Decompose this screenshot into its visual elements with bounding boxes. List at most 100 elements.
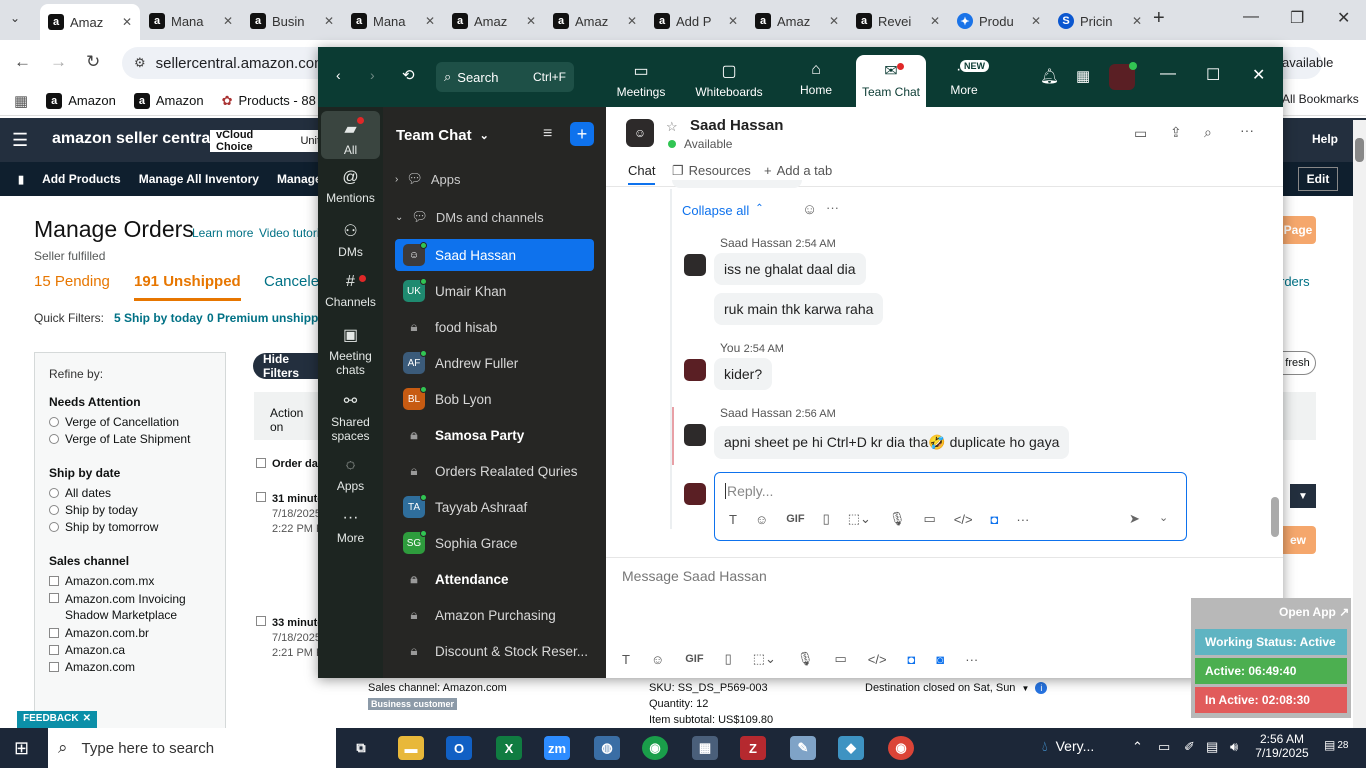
tab-close-icon[interactable]: ✕ — [1132, 14, 1142, 28]
clock[interactable]: 2:56 AM 7/19/2025 — [1252, 732, 1312, 760]
tab-resources[interactable]: ❐ Resources — [672, 163, 751, 179]
team-chat-title[interactable]: Team Chat ⌄ — [396, 127, 489, 144]
reply-box[interactable]: Reply... T ☺ GIF ▯ ⬚⌄ 🎙︎ ▭ </> ◘ ··· ➤ ⌄ — [714, 472, 1187, 541]
radio-button[interactable] — [49, 434, 59, 444]
tab-close-icon[interactable]: ✕ — [930, 14, 940, 28]
collapse-all-link[interactable]: Collapse all ⌃ — [682, 203, 764, 218]
message-input[interactable]: Message Saad Hassan — [622, 568, 767, 584]
network-icon[interactable]: ▤ — [1206, 739, 1218, 755]
close-window-icon[interactable]: ✕ — [1337, 8, 1350, 28]
microphone-icon[interactable]: 🎙︎ — [797, 651, 814, 667]
video-tutorial-link[interactable]: Video tutori — [259, 226, 320, 240]
filter-all-dates[interactable]: All dates — [49, 486, 211, 500]
maximize-icon[interactable]: ❐ — [1290, 8, 1304, 28]
file-icon[interactable]: ▯ — [823, 511, 830, 527]
chat-list-item[interactable]: TA Tayyab Ashraaf — [395, 491, 594, 523]
maximize-icon[interactable]: ☐ — [1206, 65, 1220, 85]
add-tab-button[interactable]: + Add a tab — [764, 163, 832, 178]
bookmark-products[interactable]: ✿ Products - 88 — [222, 93, 316, 109]
notification-bell-icon[interactable]: 🔔︎ — [1040, 67, 1059, 85]
dms-section[interactable]: ⌄ 💬︎ DMs and channels — [395, 209, 544, 225]
refresh-button[interactable]: fresh — [1280, 351, 1316, 375]
chat-list-item[interactable]: 🔒︎ Attendance — [395, 563, 594, 595]
filter-channel-mx[interactable]: Amazon.com.mx — [49, 574, 211, 588]
video-message-icon[interactable]: ▭ — [834, 651, 846, 667]
radio-button[interactable] — [49, 417, 59, 427]
browser-tab[interactable]: a Add P ✕ — [646, 6, 746, 36]
scrollbar-thumb[interactable] — [1355, 138, 1364, 162]
chat-list-item[interactable]: ☺ Saad Hassan — [395, 239, 594, 271]
search-icon[interactable]: ⌕ — [1204, 124, 1212, 141]
feedback-button[interactable]: FEEDBACK ✕ — [17, 711, 97, 728]
checkbox[interactable] — [49, 645, 59, 655]
checkbox[interactable] — [49, 628, 59, 638]
windows-start-icon[interactable]: ⊞ — [14, 738, 29, 759]
chat-list-item[interactable]: 🔒︎ Discount & Stock Reser... — [395, 635, 594, 667]
filter-ship-tomorrow[interactable]: Ship by tomorrow — [49, 520, 211, 534]
forward-arrow-icon[interactable]: › — [370, 67, 375, 83]
rail-mentions[interactable]: @ Mentions — [321, 169, 380, 205]
quick-filter-ship-today[interactable]: 5 Ship by today — [114, 311, 203, 325]
task-view-icon[interactable]: ⧉ — [348, 736, 374, 760]
open-app-link[interactable]: Open App ↗ — [1279, 605, 1349, 619]
file-explorer-icon[interactable]: ▬ — [398, 736, 424, 760]
radio-button[interactable] — [49, 522, 59, 532]
browser-tab[interactable]: a Revei ✕ — [848, 6, 948, 36]
tab-pending[interactable]: 15 Pending — [34, 273, 110, 290]
calendar-icon[interactable]: ▦ — [1076, 67, 1090, 85]
tab-close-icon[interactable]: ✕ — [829, 14, 839, 28]
chrome-icon[interactable]: ◉ — [642, 736, 668, 760]
code-icon[interactable]: </> — [954, 512, 973, 527]
browser-tab[interactable]: a Amaz ✕ — [747, 6, 847, 36]
avatar[interactable] — [1109, 62, 1137, 90]
gif-icon[interactable]: GIF — [786, 513, 804, 525]
radio-button[interactable] — [49, 505, 59, 515]
show-hidden-icons-icon[interactable]: ⌃ — [1132, 739, 1143, 755]
browser-tab[interactable]: ✦ Produ ✕ — [949, 6, 1049, 36]
new-chat-button[interactable]: + — [570, 122, 594, 146]
more-options-icon[interactable]: ··· — [1016, 512, 1029, 527]
apps-section[interactable]: › 💬︎ Apps — [395, 171, 461, 187]
emoji-icon[interactable]: ☺ — [651, 652, 664, 667]
file-icon[interactable]: ▯ — [725, 651, 732, 667]
text-format-icon[interactable]: T — [622, 652, 630, 667]
send-icon[interactable]: ➤ — [1129, 511, 1140, 527]
message-bubble[interactable]: kider? — [714, 358, 773, 390]
chat-list-item[interactable]: SG Sophia Grace — [395, 527, 594, 559]
filter-channel-com[interactable]: Amazon.com — [49, 660, 211, 674]
my-avatar[interactable] — [684, 359, 706, 381]
app-icon[interactable]: ◆ — [838, 736, 864, 760]
pen-icon[interactable]: ✐ — [1184, 739, 1195, 755]
page-button[interactable]: Page — [1280, 216, 1316, 244]
code-icon[interactable]: </> — [868, 652, 887, 667]
microphone-icon[interactable]: 🎙︎ — [889, 511, 906, 527]
emoji-icon[interactable]: ☺ — [755, 512, 768, 527]
checkbox[interactable] — [49, 576, 59, 586]
notepad-icon[interactable]: ✎ — [790, 736, 816, 760]
tab-close-icon[interactable]: ✕ — [122, 15, 132, 29]
tab-close-icon[interactable]: ✕ — [526, 14, 536, 28]
whiteboard-app-icon[interactable]: ◙ — [936, 652, 944, 667]
tab-meetings[interactable]: ▭ Meetings — [606, 61, 676, 99]
filter-verge-cancellation[interactable]: Verge of Cancellation — [49, 415, 211, 429]
chat-list-item[interactable]: BL Bob Lyon — [395, 383, 594, 415]
tab-search-chevron-icon[interactable]: ⌄ — [10, 11, 20, 25]
chat-list-item[interactable]: UK Umair Khan — [395, 275, 594, 307]
view-button[interactable]: ew — [1280, 526, 1316, 554]
order-checkbox[interactable] — [256, 616, 266, 626]
orders-link[interactable]: rders — [1280, 274, 1310, 289]
chat-list-item[interactable]: 🔒︎ Amazon Purchasing — [395, 599, 594, 631]
chat-list-item[interactable]: 🔒︎ Samosa Party — [395, 419, 594, 451]
dropdown-chevron-icon[interactable]: ▼ — [1290, 484, 1316, 508]
chat-list-item[interactable]: 🔒︎ Orders Realated Quries — [395, 455, 594, 487]
browser-tab[interactable]: a Amaz ✕ — [40, 4, 140, 40]
apps-grid-icon[interactable]: ▦ — [14, 92, 28, 110]
back-arrow-icon[interactable]: ‹ — [336, 67, 341, 83]
rail-more[interactable]: ··· More — [321, 509, 380, 545]
app-icon[interactable]: ◘ — [991, 512, 999, 527]
filter-channel-shadow[interactable]: Amazon.com Invoicing Shadow Marketplace — [49, 591, 211, 623]
tab-canceled[interactable]: Cancele — [264, 273, 319, 290]
learn-more-link[interactable]: Learn more — [192, 226, 253, 240]
rail-meeting-chats[interactable]: ▣ Meeting chats — [321, 325, 380, 377]
video-message-icon[interactable]: ▭ — [923, 511, 935, 527]
